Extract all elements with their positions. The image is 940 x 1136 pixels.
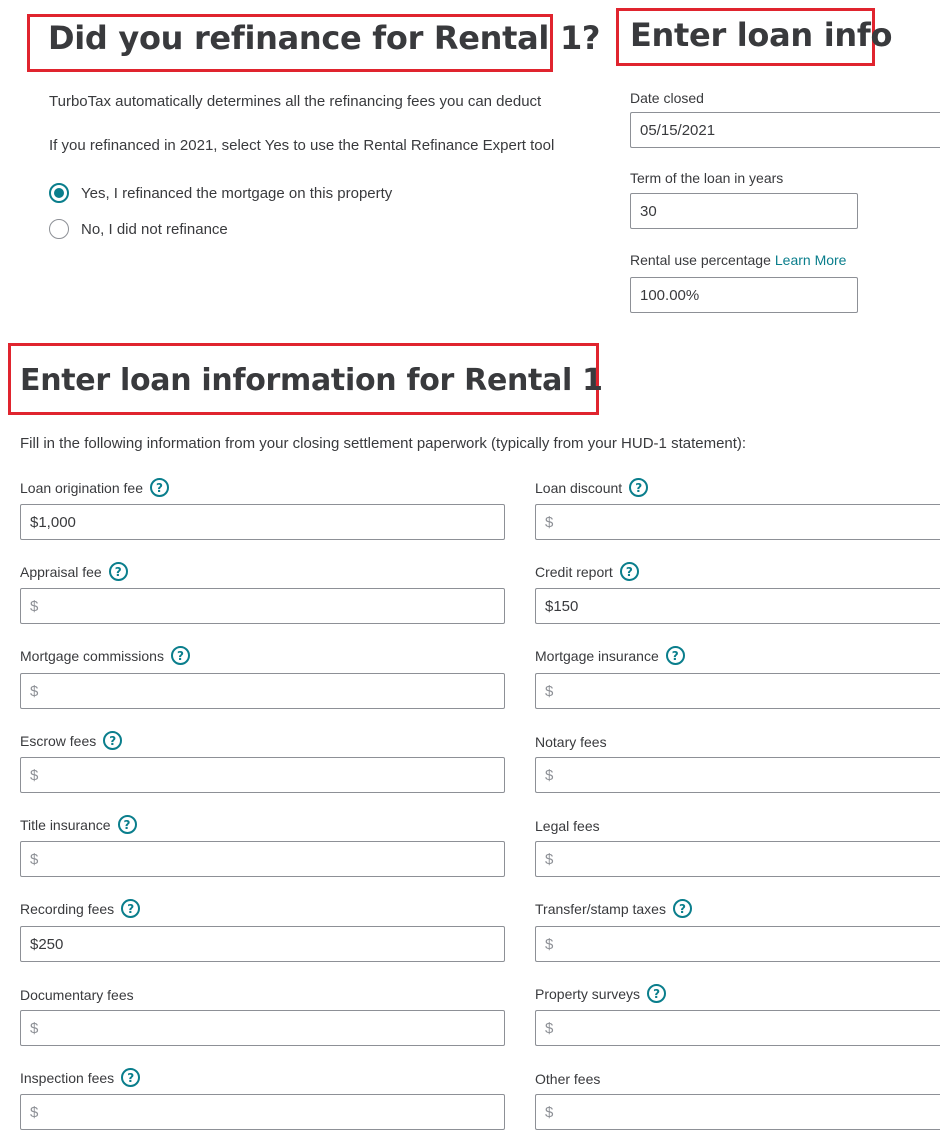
refinance-description-1: TurboTax automatically determines all th… [49,93,542,110]
radio-no-indicator[interactable] [49,219,69,239]
help-icon[interactable]: ? [629,478,649,497]
loan-information-intro: Fill in the following information from y… [20,435,747,452]
help-icon[interactable]: ? [108,562,128,581]
loan-term-label: Term of the loan in years [630,170,784,186]
credit-report-input[interactable]: $150 [535,588,940,624]
property-surveys-label: Property surveys ? [535,984,667,1003]
help-icon[interactable]: ? [672,899,692,918]
transfer-stamp-taxes-input[interactable]: $ [535,926,940,962]
help-icon[interactable]: ? [117,815,137,834]
mortgage-insurance-label: Mortgage insurance ? [535,646,685,665]
radio-option-yes[interactable]: Yes, I refinanced the mortgage on this p… [49,183,392,203]
loan-information-title: Enter loan information for Rental 1 [20,363,603,398]
refinance-title: Did you refinance for Rental 1? [48,19,601,57]
help-icon[interactable]: ? [619,562,639,581]
other-fees-input[interactable]: $ [535,1094,940,1130]
credit-report-label: Credit report ? [535,562,639,581]
notary-fees-input[interactable]: $ [535,757,940,793]
help-icon[interactable]: ? [150,478,169,497]
recording-fees-input[interactable]: $250 [20,926,505,962]
refinance-description-2: If you refinanced in 2021, select Yes to… [49,137,555,154]
legal-fees-input[interactable]: $ [535,841,940,877]
loan-origination-fee-label: Loan origination fee ? [20,478,169,497]
appraisal-fee-label: Appraisal fee ? [20,562,128,581]
documentary-fees-input[interactable]: $ [20,1010,505,1046]
rental-use-label: Rental use percentage Learn More [630,252,847,268]
help-icon[interactable]: ? [121,1068,141,1087]
inspection-fees-input[interactable]: $ [20,1094,505,1130]
loan-discount-label: Loan discount ? [535,478,649,497]
mortgage-commissions-input[interactable]: $ [20,673,505,709]
radio-no-label: No, I did not refinance [81,220,228,238]
radio-yes-label: Yes, I refinanced the mortgage on this p… [81,184,393,202]
mortgage-commissions-label: Mortgage commissions ? [20,646,190,665]
appraisal-fee-input[interactable]: $ [20,588,505,624]
documentary-fees-label: Documentary fees [20,987,134,1003]
property-surveys-input[interactable]: $ [535,1010,940,1046]
title-insurance-label: Title insurance ? [20,815,137,834]
help-icon[interactable]: ? [103,731,123,750]
inspection-fees-label: Inspection fees ? [20,1068,141,1087]
learn-more-link[interactable]: Learn More [775,252,847,268]
escrow-fees-label: Escrow fees ? [20,731,123,750]
loan-discount-input[interactable]: $ [535,504,940,540]
mortgage-insurance-input[interactable]: $ [535,673,940,709]
recording-fees-label: Recording fees ? [20,899,141,918]
radio-yes-indicator[interactable] [49,183,69,203]
legal-fees-label: Legal fees [535,818,600,834]
transfer-stamp-taxes-label: Transfer/stamp taxes ? [535,899,692,918]
rental-use-input[interactable]: 100.00% [630,277,858,313]
help-icon[interactable]: ? [665,646,685,665]
notary-fees-label: Notary fees [535,734,607,750]
radio-option-no[interactable]: No, I did not refinance [49,219,228,239]
loan-info-title: Enter loan info [630,16,893,54]
date-closed-input[interactable]: 05/15/2021 [630,112,940,148]
escrow-fees-input[interactable]: $ [20,757,505,793]
loan-origination-fee-input[interactable]: $1,000 [20,504,505,540]
loan-term-input[interactable]: 30 [630,193,858,229]
other-fees-label: Other fees [535,1071,601,1087]
date-closed-label: Date closed [630,90,704,106]
help-icon[interactable]: ? [170,646,190,665]
help-icon[interactable]: ? [647,984,667,1003]
help-icon[interactable]: ? [121,899,141,918]
title-insurance-input[interactable]: $ [20,841,505,877]
